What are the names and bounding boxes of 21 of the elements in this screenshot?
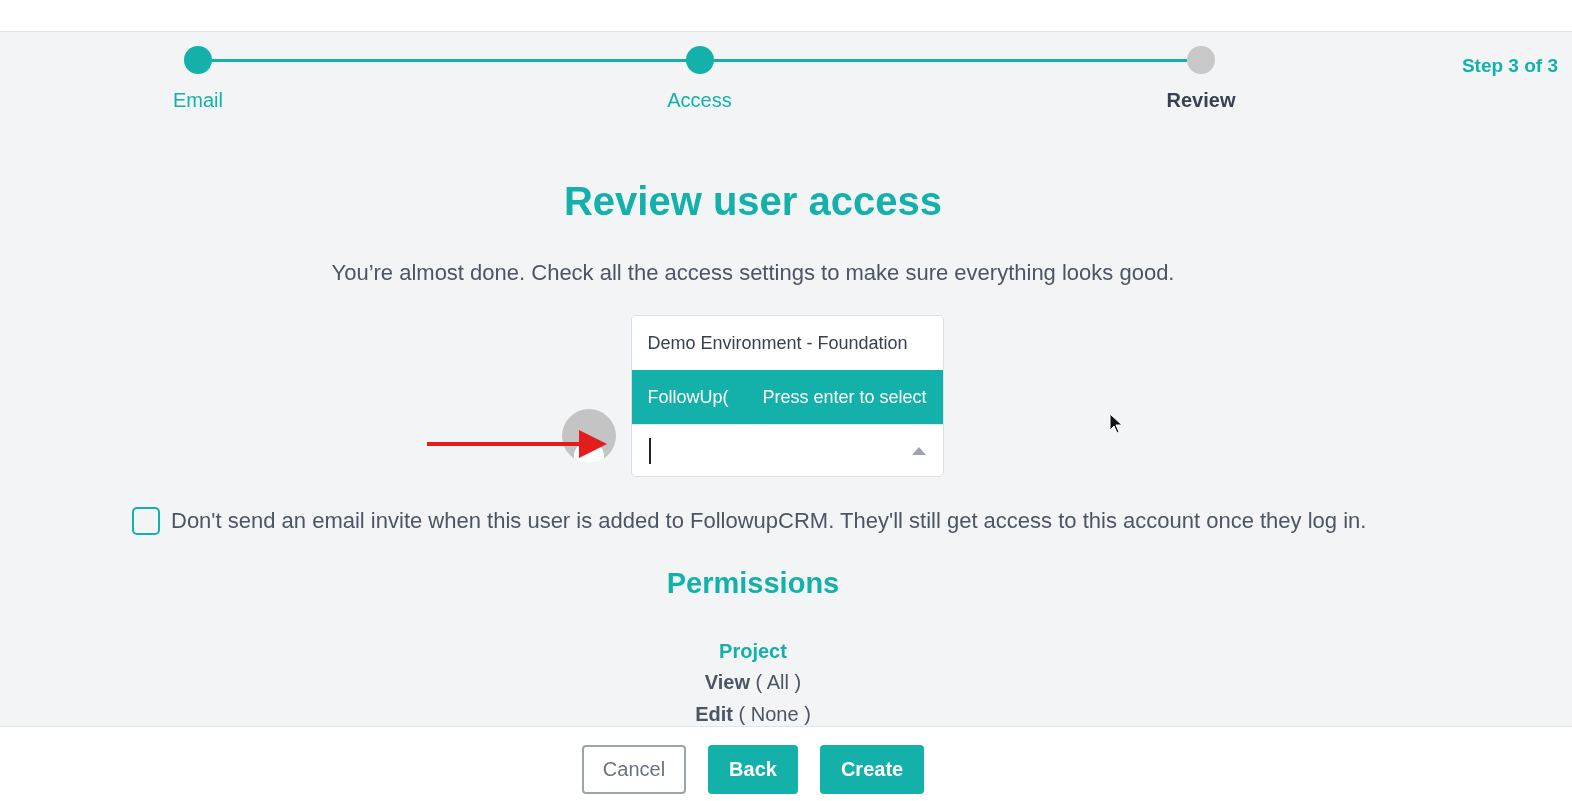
mouse-cursor-icon <box>1109 413 1123 435</box>
option-label: FollowUp( <box>647 385 729 409</box>
step-label: Email <box>173 88 223 113</box>
page-subtitle: You’re almost done. Check all the access settings to make sure everything looks good. <box>330 259 1176 287</box>
permission-line: Edit ( None ) <box>695 701 811 727</box>
checkbox[interactable] <box>132 506 160 535</box>
step-label: Access <box>667 88 732 113</box>
primary-button[interactable]: Back <box>708 744 798 794</box>
caret-up-icon <box>911 446 926 455</box>
page-title: Review user access <box>562 178 943 225</box>
permissions-heading: Permissions <box>665 566 841 601</box>
checkbox-label: Don't send an email invite when this user is added to FollowupCRM. They'll still get access to this account once they log in. <box>171 507 1367 535</box>
step-counter: Step 3 of 3 <box>1461 54 1558 78</box>
option-hint: Press enter to select <box>762 385 927 409</box>
account-select[interactable]: Demo Environment - Foundation FollowUp( Press enter to select <box>630 315 944 477</box>
permission-line: View ( All ) <box>704 669 802 695</box>
cancel-button[interactable]: Cancel <box>581 744 687 794</box>
primary-button[interactable]: Create <box>819 744 925 794</box>
permission-group-name: Project <box>719 638 787 664</box>
step-label: Review <box>1166 88 1236 113</box>
dropdown-option[interactable]: FollowUp( Press enter to select <box>631 370 943 424</box>
